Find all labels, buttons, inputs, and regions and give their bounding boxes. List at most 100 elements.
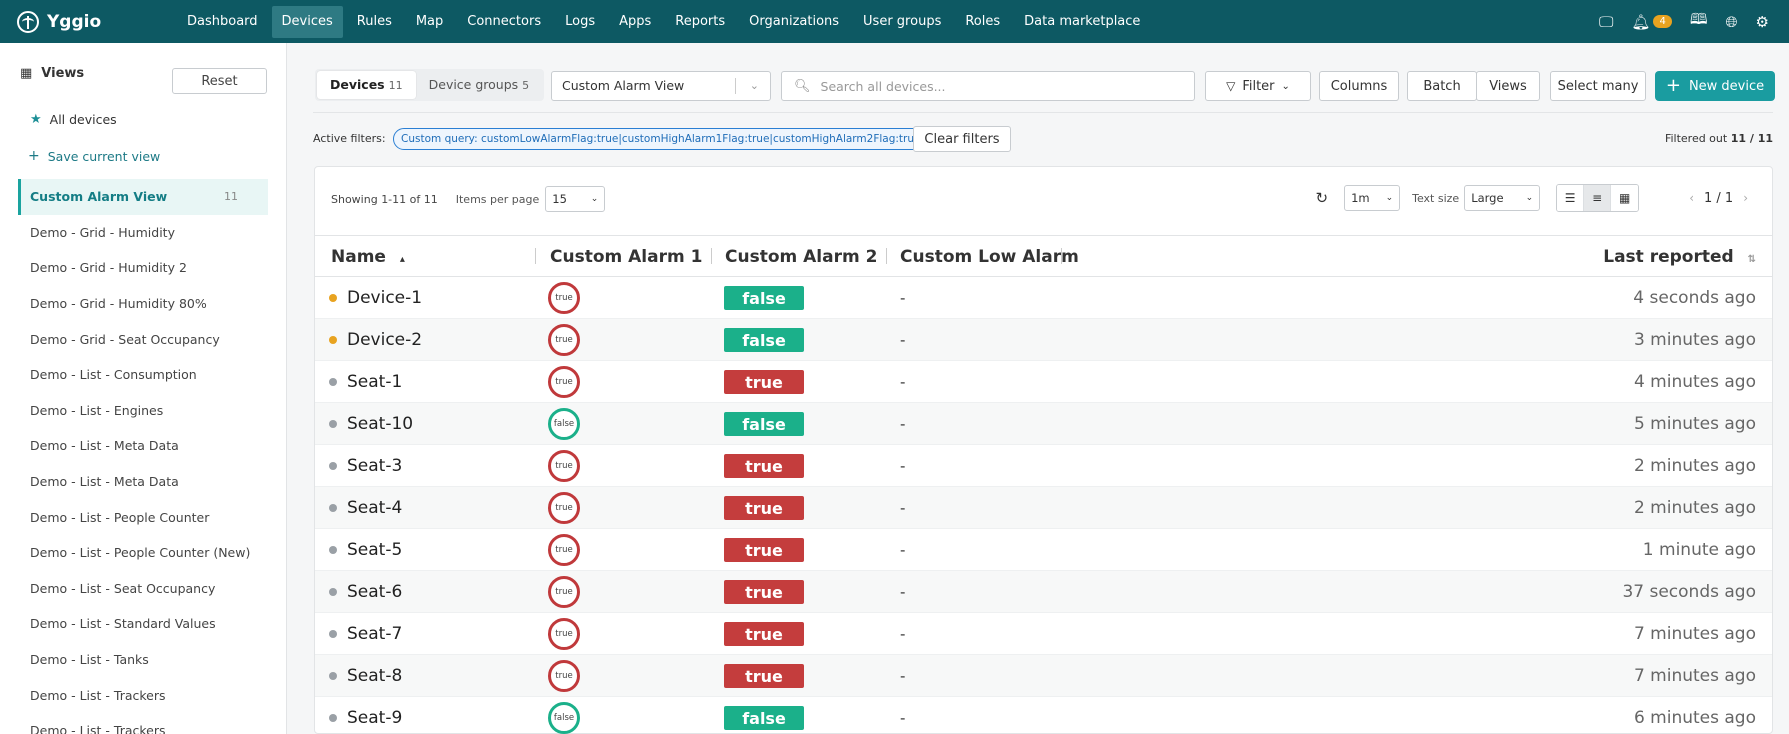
- interval-select[interactable]: 1m ⌄: [1344, 185, 1401, 211]
- table-row[interactable]: Seat-9 false false - 6 minutes ago: [315, 697, 1772, 734]
- column-header-low-alarm[interactable]: Custom Low Alarm: [900, 236, 1079, 278]
- view-label: Demo - Grid - Humidity: [30, 224, 175, 240]
- clear-filters-button[interactable]: Clear filters: [913, 126, 1011, 152]
- sidebar-view-item[interactable]: Demo - List - Meta Data: [18, 464, 268, 500]
- items-per-page-select[interactable]: 15 ⌄: [545, 186, 606, 212]
- sidebar-view-item[interactable]: Demo - List - Trackers: [18, 713, 268, 734]
- table-row[interactable]: Seat-7 true true - 7 minutes ago: [315, 613, 1772, 655]
- column-resizer[interactable]: [535, 248, 536, 264]
- sidebar-view-item[interactable]: Demo - Grid - Seat Occupancy: [18, 321, 268, 357]
- nav-item-devices[interactable]: Devices: [271, 5, 343, 38]
- sidebar-view-item[interactable]: Demo - List - People Counter (New): [18, 535, 268, 571]
- column-resizer[interactable]: [886, 248, 887, 264]
- device-name[interactable]: Seat-1: [347, 372, 402, 392]
- sidebar-view-item[interactable]: Custom Alarm View 11: [18, 179, 268, 215]
- text-size-select[interactable]: Large ⌄: [1464, 185, 1541, 211]
- book-icon[interactable]: 🕮︎: [1690, 9, 1708, 34]
- column-header-last-reported[interactable]: Last reported ⇅: [1603, 236, 1756, 278]
- all-devices-link[interactable]: ★ All devices: [30, 112, 117, 127]
- table-row[interactable]: Seat-8 true true - 7 minutes ago: [315, 655, 1772, 697]
- nav-item-dashboard[interactable]: Dashboard: [177, 6, 268, 38]
- sidebar-view-item[interactable]: Demo - List - Tanks: [18, 642, 268, 678]
- new-device-button[interactable]: + New device: [1655, 71, 1775, 101]
- table-row[interactable]: Seat-5 true true - 1 minute ago: [315, 529, 1772, 571]
- filter-button[interactable]: ▽ Filter ⌄: [1205, 71, 1311, 101]
- device-name[interactable]: Device-2: [347, 330, 422, 350]
- chevron-right-icon[interactable]: ›: [1743, 191, 1748, 205]
- name-cell: Seat-9: [329, 697, 402, 734]
- nav-item-logs[interactable]: Logs: [555, 6, 605, 38]
- status-dot: [329, 378, 337, 386]
- grid-view-icon[interactable]: ▦: [1611, 185, 1639, 211]
- nav-item-organizations[interactable]: Organizations: [739, 6, 849, 38]
- name-cell: Device-2: [329, 319, 422, 361]
- sidebar-view-item[interactable]: Demo - List - Meta Data: [18, 428, 268, 464]
- table-row[interactable]: Device-2 true false - 3 minutes ago: [315, 319, 1772, 361]
- align-left-icon[interactable]: ☰: [1557, 185, 1585, 211]
- nav-item-user-groups[interactable]: User groups: [853, 6, 951, 38]
- device-name[interactable]: Seat-7: [347, 624, 402, 644]
- table-row[interactable]: Seat-6 true true - 37 seconds ago: [315, 571, 1772, 613]
- sidebar-view-item[interactable]: Demo - List - Seat Occupancy: [18, 571, 268, 607]
- alarm2-badge: true: [724, 370, 804, 394]
- status-dot: [329, 294, 337, 302]
- select-many-button[interactable]: Select many: [1550, 71, 1646, 101]
- nav-item-reports[interactable]: Reports: [665, 6, 735, 38]
- search-box[interactable]: 🔍︎: [781, 71, 1195, 101]
- sidebar-view-item[interactable]: Demo - List - Engines: [18, 393, 268, 429]
- sidebar-view-item[interactable]: Demo - List - Standard Values: [18, 606, 268, 642]
- list-view-icon[interactable]: ≡: [1584, 185, 1612, 211]
- filter-chip[interactable]: Custom query: customLowAlarmFlag:true|cu…: [393, 128, 945, 150]
- table-row[interactable]: Seat-10 false false - 5 minutes ago: [315, 403, 1772, 445]
- device-name[interactable]: Seat-8: [347, 666, 402, 686]
- device-name[interactable]: Seat-3: [347, 456, 402, 476]
- column-header-alarm1[interactable]: Custom Alarm 1: [550, 236, 702, 278]
- sidebar-view-item[interactable]: Demo - List - Trackers: [18, 677, 268, 713]
- tab-device-groups[interactable]: Device groups 5: [416, 71, 543, 99]
- column-header-alarm2[interactable]: Custom Alarm 2: [725, 236, 877, 278]
- search-input[interactable]: [820, 78, 1181, 94]
- sidebar-view-item[interactable]: Demo - Grid - Humidity 2: [18, 250, 268, 286]
- batch-button[interactable]: Batch: [1407, 71, 1477, 101]
- table-row[interactable]: Seat-4 true true - 2 minutes ago: [315, 487, 1772, 529]
- sidebar-view-item[interactable]: Demo - List - People Counter: [18, 499, 268, 535]
- table-row[interactable]: Seat-3 true true - 2 minutes ago: [315, 445, 1772, 487]
- nav-item-rules[interactable]: Rules: [347, 6, 402, 38]
- settings-icon[interactable]: ⚙: [1756, 13, 1769, 31]
- nav-item-roles[interactable]: Roles: [955, 6, 1010, 38]
- logo[interactable]: Yggio: [17, 10, 167, 33]
- device-name[interactable]: Seat-9: [347, 708, 402, 728]
- column-resizer[interactable]: [1061, 248, 1062, 264]
- view-select[interactable]: Custom Alarm View ⌄: [551, 71, 771, 101]
- device-name[interactable]: Device-1: [347, 288, 422, 308]
- low-alarm-value: -: [900, 667, 906, 685]
- sidebar-view-item[interactable]: Demo - List - Consumption: [18, 357, 268, 393]
- device-name[interactable]: Seat-10: [347, 414, 413, 434]
- save-current-view-link[interactable]: + Save current view: [28, 148, 160, 164]
- sidebar-view-item[interactable]: Demo - Grid - Humidity 80%: [18, 286, 268, 322]
- plus-icon: +: [1665, 74, 1681, 96]
- column-resizer[interactable]: [711, 248, 712, 264]
- device-name[interactable]: Seat-5: [347, 540, 402, 560]
- view-label: Demo - List - Trackers: [30, 687, 166, 703]
- presentation-icon[interactable]: 🖵︎: [1599, 13, 1613, 31]
- table-row[interactable]: Seat-1 true true - 4 minutes ago: [315, 361, 1772, 403]
- globe-icon[interactable]: 🌐︎: [1726, 13, 1738, 31]
- nav-item-map[interactable]: Map: [406, 6, 453, 38]
- views-button[interactable]: Views: [1476, 71, 1540, 101]
- tab-devices[interactable]: Devices 11: [317, 71, 416, 99]
- device-name[interactable]: Seat-6: [347, 582, 402, 602]
- refresh-icon[interactable]: ↻: [1316, 189, 1329, 207]
- device-name[interactable]: Seat-4: [347, 498, 402, 518]
- table-row[interactable]: Device-1 true false - 4 seconds ago: [315, 277, 1772, 319]
- nav-item-data-marketplace[interactable]: Data marketplace: [1014, 6, 1150, 38]
- nav-item-apps[interactable]: Apps: [609, 6, 661, 38]
- notifications-button[interactable]: 🔔︎ 4: [1631, 13, 1672, 31]
- sidebar-view-item[interactable]: Demo - Grid - Humidity: [18, 215, 268, 251]
- chevron-left-icon[interactable]: ‹: [1689, 191, 1694, 205]
- column-header-name[interactable]: Name ▴: [331, 236, 405, 278]
- low-alarm-cell: -: [900, 655, 905, 697]
- columns-button[interactable]: Columns: [1319, 71, 1399, 101]
- reset-button[interactable]: Reset: [172, 68, 267, 94]
- nav-item-connectors[interactable]: Connectors: [457, 6, 551, 38]
